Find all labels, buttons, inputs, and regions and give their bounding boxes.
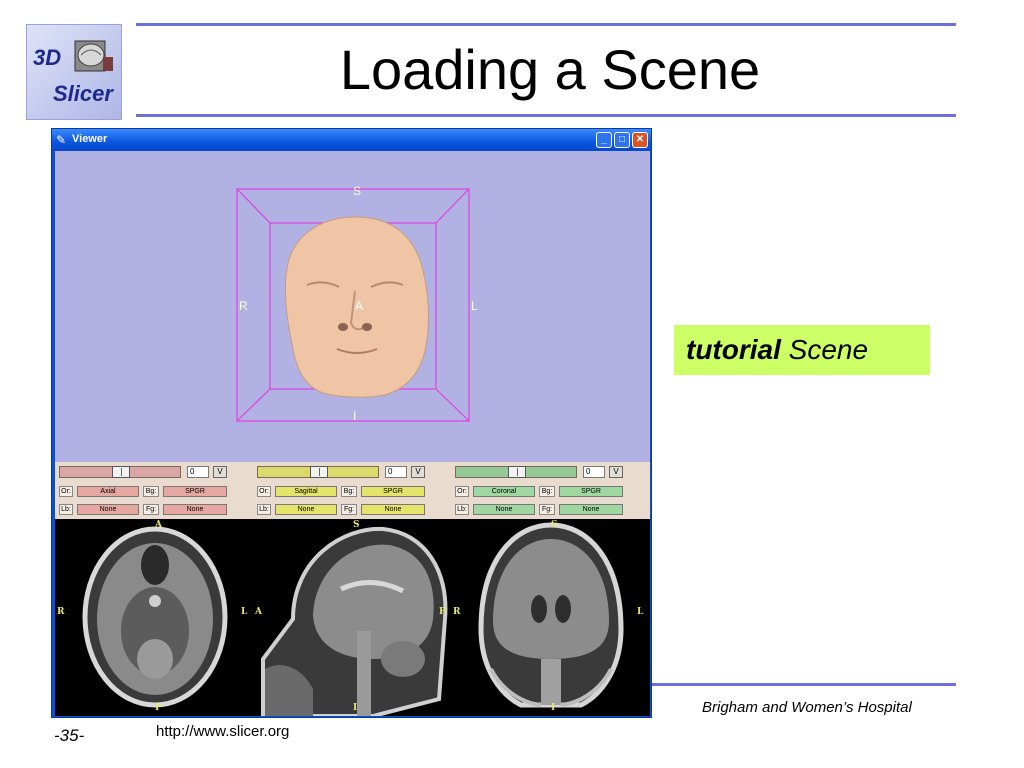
sagittal-foreground-menu[interactable]: None [361,504,425,515]
sagittal-slice-view[interactable]: S I A P [253,519,451,716]
maximize-button[interactable]: □ [614,132,630,148]
axial-label-left: R [57,607,65,617]
coronal-lb-label: Lb: [455,504,469,515]
logo-text-slicer: Slicer [53,81,113,106]
sagittal-slice-slider[interactable] [257,466,379,478]
axial-label-menu[interactable]: None [77,504,139,515]
slider-thumb[interactable] [112,466,130,478]
coronal-slice-slider[interactable] [455,466,577,478]
slicer-logo: 3D Slicer [26,24,122,120]
callout-bold-text: tutorial [686,334,781,365]
coronal-mri-image [478,522,624,708]
axial-slice-view[interactable]: A P R L [55,519,253,716]
window-titlebar[interactable]: ✎ Viewer _ □ ✕ [52,129,651,151]
slide-title: Loading a Scene [339,38,761,101]
viewer-window: ✎ Viewer _ □ ✕ S I R L A 0 V Or: Axial B… [51,128,652,718]
title-rule-top [136,23,956,26]
sagittal-bg-label: Bg: [341,486,357,497]
coronal-label-bottom: I [551,703,556,713]
coronal-label-right: L [637,607,644,617]
axial-lb-label: Lb: [59,504,73,515]
title-rule-bottom [136,114,956,117]
axis-label-superior: S [353,184,362,198]
axial-label-top: A [155,520,162,530]
sagittal-orient-label: Or: [257,486,271,497]
axis-label-left: L [471,299,478,313]
sagittal-lb-label: Lb: [257,504,271,515]
axis-label-anterior: A [355,299,364,313]
sagittal-label-left: A [255,607,262,617]
coronal-slice-value[interactable]: 0 [583,466,605,478]
3d-view[interactable]: S I R L A [55,151,650,462]
sagittal-background-menu[interactable]: SPGR [361,486,425,497]
coronal-label-top: S [551,520,558,530]
slider-thumb[interactable] [508,466,526,478]
sagittal-mri-image [261,526,448,716]
sagittal-label-menu[interactable]: None [275,504,337,515]
close-button[interactable]: ✕ [632,132,648,148]
window-title: Viewer [72,133,108,145]
panel-sagittal: 0 V Or: Sagittal Bg: SPGR Lb: None Fg: N… [253,462,451,519]
callout-text: Scene [788,334,869,365]
axial-background-menu[interactable]: SPGR [163,486,227,497]
slice-controls: 0 V Or: Axial Bg: SPGR Lb: None Fg: None… [55,462,650,519]
brain-logo-icon [74,40,113,72]
axial-bg-label: Bg: [143,486,159,497]
axial-fg-label: Fg: [143,504,159,515]
coronal-label-left: R [453,607,461,617]
footer-organization: Brigham and Women’s Hospital [702,699,912,716]
coronal-foreground-menu[interactable]: None [559,504,623,515]
coronal-label-menu[interactable]: None [473,504,535,515]
coronal-orient-label: Or: [455,486,469,497]
footer-rule [652,683,956,686]
slice-views: A P R L S I A P S I R L [55,519,650,716]
coronal-slice-view[interactable]: S I R L [451,519,650,716]
axial-label-bottom: P [155,703,162,713]
sagittal-label-bottom: I [353,703,358,713]
sagittal-slice-value[interactable]: 0 [385,466,407,478]
sagittal-label-top: S [353,520,360,530]
coronal-visibility-button[interactable]: V [609,466,623,478]
slider-thumb[interactable] [310,466,328,478]
panel-coronal: 0 V Or: Coronal Bg: SPGR Lb: None Fg: No… [451,462,650,519]
logo-text-3d: 3D [33,45,62,70]
axial-orient-label: Or: [59,486,73,497]
panel-axial: 0 V Or: Axial Bg: SPGR Lb: None Fg: None [55,462,253,519]
page-number: -35- [54,726,85,745]
coronal-fg-label: Fg: [539,504,555,515]
coronal-orientation-menu[interactable]: Coronal [473,486,535,497]
sagittal-visibility-button[interactable]: V [411,466,425,478]
minimize-button[interactable]: _ [596,132,612,148]
axial-mri-image [82,526,228,708]
axial-slice-slider[interactable] [59,466,181,478]
axial-orientation-menu[interactable]: Axial [77,486,139,497]
axial-visibility-button[interactable]: V [213,466,227,478]
axial-foreground-menu[interactable]: None [163,504,227,515]
sagittal-fg-label: Fg: [341,504,357,515]
feather-icon: ✎ [56,133,67,147]
footer-url[interactable]: http://www.slicer.org [156,723,289,740]
coronal-bg-label: Bg: [539,486,555,497]
axial-slice-value[interactable]: 0 [187,466,209,478]
coronal-background-menu[interactable]: SPGR [559,486,623,497]
axis-label-inferior: I [353,409,357,423]
sagittal-orientation-menu[interactable]: Sagittal [275,486,337,497]
axis-label-right: R [239,299,248,313]
sagittal-label-right: P [439,607,446,617]
tutorial-scene-callout: tutorial Scene [674,325,930,375]
axial-label-right: L [241,607,248,617]
